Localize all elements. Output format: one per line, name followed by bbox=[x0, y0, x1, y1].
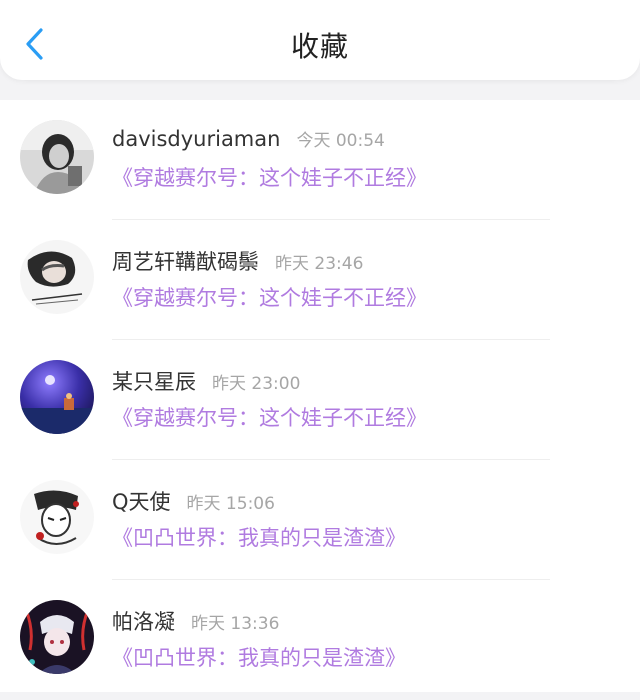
user-name: 帕洛凝 昨天 13:36 bbox=[112, 610, 280, 634]
book-link[interactable]: 《穿越赛尔号：这个娃子不正经》 bbox=[112, 402, 427, 432]
list-item[interactable]: 帕洛凝 昨天 13:36 《凹凸世界：我真的只是渣渣》 bbox=[0, 580, 640, 700]
list-item[interactable]: 周艺轩鞲猷碣鬃 昨天 23:46 《穿越赛尔号：这个娃子不正经》 bbox=[0, 220, 640, 340]
page-title: 收藏 bbox=[290, 30, 349, 63]
timestamp: 昨天 15:06 bbox=[186, 494, 275, 514]
timestamp: 昨天 13:36 bbox=[191, 614, 280, 634]
user-name: Q天使 昨天 15:06 bbox=[112, 490, 275, 514]
avatar[interactable] bbox=[20, 240, 94, 314]
timestamp: 昨天 23:00 bbox=[212, 374, 301, 394]
avatar[interactable] bbox=[20, 120, 94, 194]
book-link[interactable]: 《穿越赛尔号：这个娃子不正经》 bbox=[112, 162, 427, 192]
favorites-list: davisdyuriaman 今天 00:54 《穿越赛尔号：这个娃子不正经》 周… bbox=[0, 100, 640, 692]
user-name: davisdyuriaman 今天 00:54 bbox=[112, 127, 385, 151]
timestamp: 今天 00:54 bbox=[296, 131, 385, 151]
avatar[interactable] bbox=[20, 360, 94, 434]
avatar[interactable] bbox=[20, 480, 94, 554]
book-link[interactable]: 《凹凸世界：我真的只是渣渣》 bbox=[112, 522, 406, 552]
book-link[interactable]: 《穿越赛尔号：这个娃子不正经》 bbox=[112, 282, 427, 312]
timestamp: 昨天 23:46 bbox=[275, 254, 364, 274]
book-link[interactable]: 《凹凸世界：我真的只是渣渣》 bbox=[112, 642, 406, 672]
avatar[interactable] bbox=[20, 600, 94, 674]
list-item[interactable]: Q天使 昨天 15:06 《凹凸世界：我真的只是渣渣》 bbox=[0, 460, 640, 580]
top-bar: 收藏 bbox=[0, 0, 640, 80]
user-name: 某只星辰 昨天 23:00 bbox=[112, 370, 301, 394]
user-name: 周艺轩鞲猷碣鬃 昨天 23:46 bbox=[112, 250, 364, 274]
list-item[interactable]: davisdyuriaman 今天 00:54 《穿越赛尔号：这个娃子不正经》 bbox=[0, 100, 640, 220]
list-item[interactable]: 某只星辰 昨天 23:00 《穿越赛尔号：这个娃子不正经》 bbox=[0, 340, 640, 460]
